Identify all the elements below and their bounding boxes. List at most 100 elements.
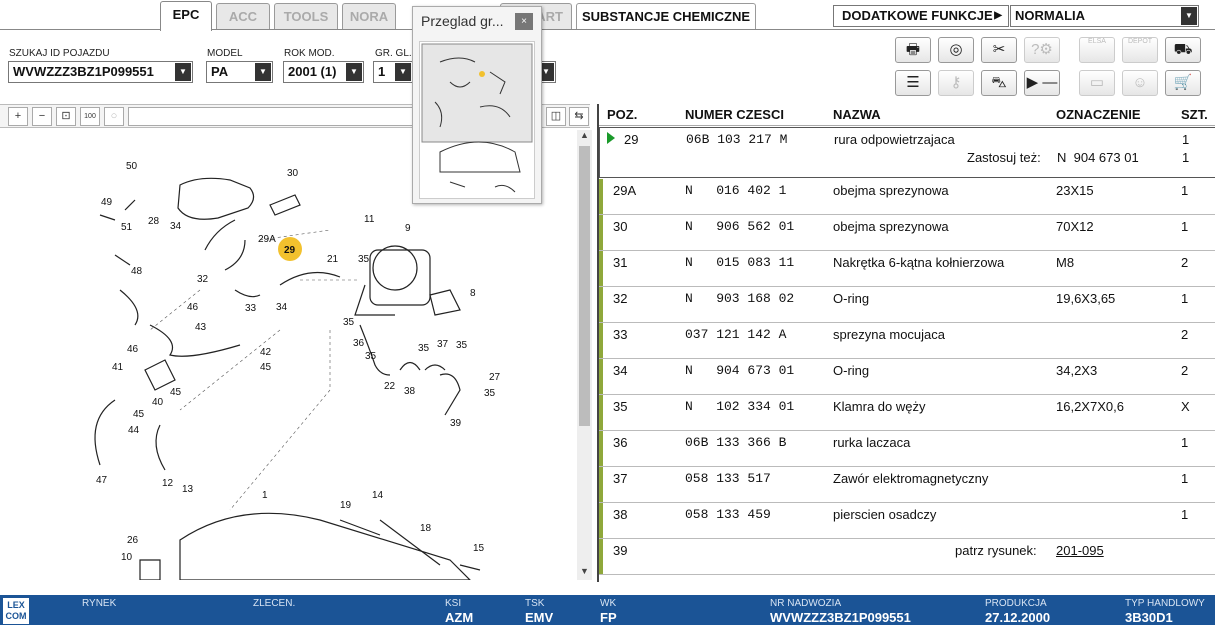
split-view-icon[interactable]: ◫ — [546, 107, 566, 126]
tab-nora[interactable]: NORA — [342, 3, 396, 29]
parts-row[interactable]: 38 058 133 459 pierscien osadczy 1 — [599, 503, 1215, 539]
scroll-thumb[interactable] — [579, 146, 590, 426]
callout-label[interactable]: 13 — [182, 484, 194, 495]
settings-disc-icon[interactable]: ◎ — [938, 37, 974, 63]
callout-label[interactable]: 46 — [187, 302, 199, 313]
callout-label[interactable]: 36 — [353, 338, 365, 349]
callout-label[interactable]: 40 — [152, 397, 164, 408]
callout-label[interactable]: 45 — [133, 409, 145, 420]
callout-label[interactable]: 34 — [276, 302, 288, 313]
play-minus-icon[interactable]: ▶ — — [1024, 70, 1060, 96]
parts-row[interactable]: 37 058 133 517 Zawór elektromagnetyczny 1 — [599, 467, 1215, 503]
user-icon[interactable]: ☺ — [1122, 70, 1158, 96]
callout-label[interactable]: 33 — [245, 303, 257, 314]
pane-toggle-icon[interactable]: ⇆ — [569, 107, 589, 126]
callout-label[interactable]: 19 — [340, 500, 352, 511]
callout-label[interactable]: 9 — [405, 223, 411, 234]
parts-row[interactable]: 33 037 121 142 A sprezyna mocujaca 2 — [599, 323, 1215, 359]
search-parts-icon[interactable]: ?⚙ — [1024, 37, 1060, 63]
scroll-up-icon[interactable]: ▲ — [577, 130, 592, 144]
callout-label[interactable]: 41 — [112, 362, 124, 373]
callout-label[interactable]: 18 — [420, 523, 432, 534]
scroll-down-icon[interactable]: ▼ — [577, 566, 592, 580]
callout-label[interactable]: 29A — [258, 234, 276, 245]
callout-label[interactable]: 45 — [260, 362, 272, 373]
zoom-out-icon[interactable]: − — [32, 107, 52, 126]
callout-label[interactable]: 34 — [170, 221, 182, 232]
callout-label[interactable]: 51 — [121, 222, 133, 233]
parts-row[interactable]: 29A N 016 402 1 obejma sprezynowa 23X15 1 — [599, 179, 1215, 215]
callout-label[interactable]: 48 — [131, 266, 143, 277]
zoom-in-icon[interactable]: + — [8, 107, 28, 126]
depot-icon[interactable]: ▭DEPOT — [1122, 37, 1158, 63]
callout-label[interactable]: 27 — [489, 372, 501, 383]
callout-label[interactable]: 22 — [384, 381, 396, 392]
callout-label[interactable]: 10 — [121, 552, 133, 563]
key-icon[interactable]: ⚷ — [938, 70, 974, 96]
cart-transfer-icon[interactable]: ⛟ — [1165, 37, 1201, 63]
group-select[interactable]: 1 ▼ — [373, 61, 413, 83]
callout-label[interactable]: 35 — [343, 317, 355, 328]
tab-epc[interactable]: EPC — [160, 1, 212, 31]
callout-label[interactable]: 35 — [358, 254, 370, 265]
year-select[interactable]: 2001 (1) ▼ — [283, 61, 364, 83]
overview-thumbnail[interactable] — [419, 41, 535, 199]
callout-label[interactable]: 21 — [327, 254, 339, 265]
parts-row[interactable]: 32 N 903 168 02 O-ring 19,6X3,65 1 — [599, 287, 1215, 323]
callout-label[interactable]: 15 — [473, 543, 485, 554]
callout-label[interactable]: 11 — [364, 214, 375, 225]
model-select[interactable]: PA ▼ — [206, 61, 273, 83]
drawing-scrollbar[interactable]: ▲ ▼ — [577, 130, 592, 580]
normalia-select[interactable]: NORMALIA ▼ — [1010, 5, 1199, 27]
epc-app: EPC ACC TOOLS NORA ART SUBSTANCJE CHEMIC… — [0, 0, 1215, 625]
callout-label[interactable]: 12 — [162, 478, 174, 489]
callout-label[interactable]: 39 — [450, 418, 462, 429]
callout-label[interactable]: 28 — [148, 216, 160, 227]
zoom-100-icon[interactable]: 100 — [80, 107, 100, 126]
additional-functions-button[interactable]: DODATKOWE FUNKCJE ▶ — [833, 5, 1009, 27]
tab-acc[interactable]: ACC — [216, 3, 270, 29]
callout-label[interactable]: 35 — [365, 351, 377, 362]
vin-field[interactable]: WVWZZZ3BZ1P099551 ▼ — [8, 61, 193, 83]
callout-label[interactable]: 50 — [126, 161, 138, 172]
parts-row[interactable]: 31 N 015 083 11 Nakrętka 6-kątna kołnierzo… — [599, 251, 1215, 287]
close-icon[interactable]: × — [515, 13, 533, 30]
parts-row[interactable]: 34 N 904 673 01 O-ring 34,2X3 2 — [599, 359, 1215, 395]
callout-label[interactable]: 29 — [284, 245, 296, 256]
callout-label[interactable]: 32 — [197, 274, 209, 285]
callout-label[interactable]: 35 — [484, 388, 496, 399]
parts-row[interactable]: 29 06B 103 217 M rura odpowietrzajaca 1 Zast… — [599, 127, 1215, 178]
zoom-area-icon[interactable]: ○ — [104, 107, 124, 126]
callout-label[interactable]: 44 — [128, 425, 140, 436]
parts-row[interactable]: 30 N 906 562 01 obejma sprezynowa 70X12 1 — [599, 215, 1215, 251]
callout-label[interactable]: 14 — [372, 490, 384, 501]
print-icon[interactable]: 🖶 — [895, 37, 931, 63]
callout-label[interactable]: 45 — [170, 387, 182, 398]
callout-label[interactable]: 42 — [260, 347, 272, 358]
cart-icon[interactable]: 🛒 — [1165, 70, 1201, 96]
copy-icon[interactable]: ▭ — [1079, 70, 1115, 96]
callout-label[interactable]: 38 — [404, 386, 416, 397]
callout-label[interactable]: 35 — [418, 343, 430, 354]
parts-row[interactable]: 36 06B 133 366 B rurka laczaca 1 — [599, 431, 1215, 467]
callout-label[interactable]: 30 — [287, 168, 299, 179]
tools-icon[interactable]: ✂ — [981, 37, 1017, 63]
callout-label[interactable]: 49 — [101, 197, 113, 208]
vehicle-lift-icon[interactable]: ⛍ — [981, 70, 1017, 96]
callout-label[interactable]: 47 — [96, 475, 108, 486]
parts-row[interactable]: 39 patrz rysunek: 201-095 — [599, 539, 1215, 575]
see-drawing-link[interactable]: 201-095 — [1056, 543, 1104, 558]
list-icon[interactable]: ☰ — [895, 70, 931, 96]
callout-label[interactable]: 8 — [470, 288, 476, 299]
elsa-icon[interactable]: ▭ELSA — [1079, 37, 1115, 63]
callout-label[interactable]: 1 — [262, 490, 268, 501]
callout-label[interactable]: 37 — [437, 339, 449, 350]
tab-chemical-substances[interactable]: SUBSTANCJE CHEMICZNE — [576, 3, 756, 29]
callout-label[interactable]: 43 — [195, 322, 207, 333]
tab-tools[interactable]: TOOLS — [274, 3, 338, 29]
parts-row[interactable]: 35 N 102 334 01 Klamra do węży 16,2X7X0,6 X — [599, 395, 1215, 431]
callout-label[interactable]: 35 — [456, 340, 468, 351]
callout-label[interactable]: 46 — [127, 344, 139, 355]
callout-label[interactable]: 26 — [127, 535, 139, 546]
zoom-fit-icon[interactable]: ⊡ — [56, 107, 76, 126]
